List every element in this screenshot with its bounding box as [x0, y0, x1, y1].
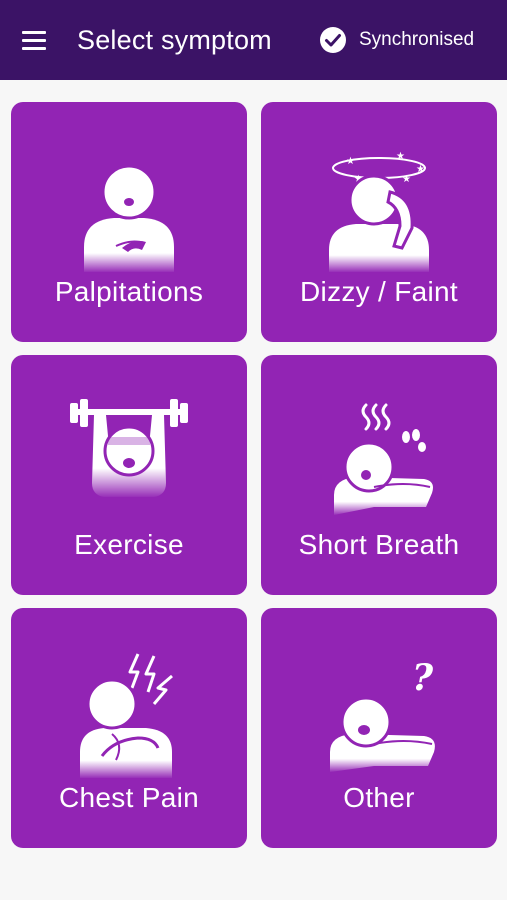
svg-text:★: ★ — [396, 151, 405, 162]
symptom-label: Other — [343, 782, 415, 813]
symptom-label: Dizzy / Faint — [300, 276, 458, 307]
symptom-tile-other[interactable]: ? Other — [261, 608, 497, 848]
svg-text:★: ★ — [416, 164, 425, 175]
symptom-label: Short Breath — [298, 529, 460, 560]
chest-pain-figure-icon — [80, 653, 173, 778]
symptom-label: Exercise — [74, 529, 184, 560]
weightlifting-figure-icon — [70, 399, 188, 497]
dizzy-figure-icon: ★ ★ ★ ★ ★ — [329, 151, 429, 272]
question-figure-icon: ? — [330, 657, 435, 772]
palpitations-figure-icon — [84, 164, 174, 272]
symptom-grid: Palpitations ★ ★ ★ ★ ★ Dizzy / Faint Exe… — [0, 0, 507, 900]
symptom-tile-palpitations[interactable]: Palpitations — [11, 102, 247, 342]
svg-text:★: ★ — [402, 174, 411, 185]
svg-text:★: ★ — [346, 156, 355, 167]
short-breath-figure-icon — [334, 403, 433, 515]
symptom-label: Chest Pain — [59, 782, 199, 813]
symptom-tile-dizzy-faint[interactable]: ★ ★ ★ ★ ★ Dizzy / Faint — [261, 102, 497, 342]
svg-text:?: ? — [412, 657, 434, 699]
symptom-tile-chest-pain[interactable]: Chest Pain — [11, 608, 247, 848]
symptom-label: Palpitations — [54, 276, 204, 307]
symptom-tile-exercise[interactable]: Exercise — [11, 355, 247, 595]
symptom-tile-short-breath[interactable]: Short Breath — [261, 355, 497, 595]
